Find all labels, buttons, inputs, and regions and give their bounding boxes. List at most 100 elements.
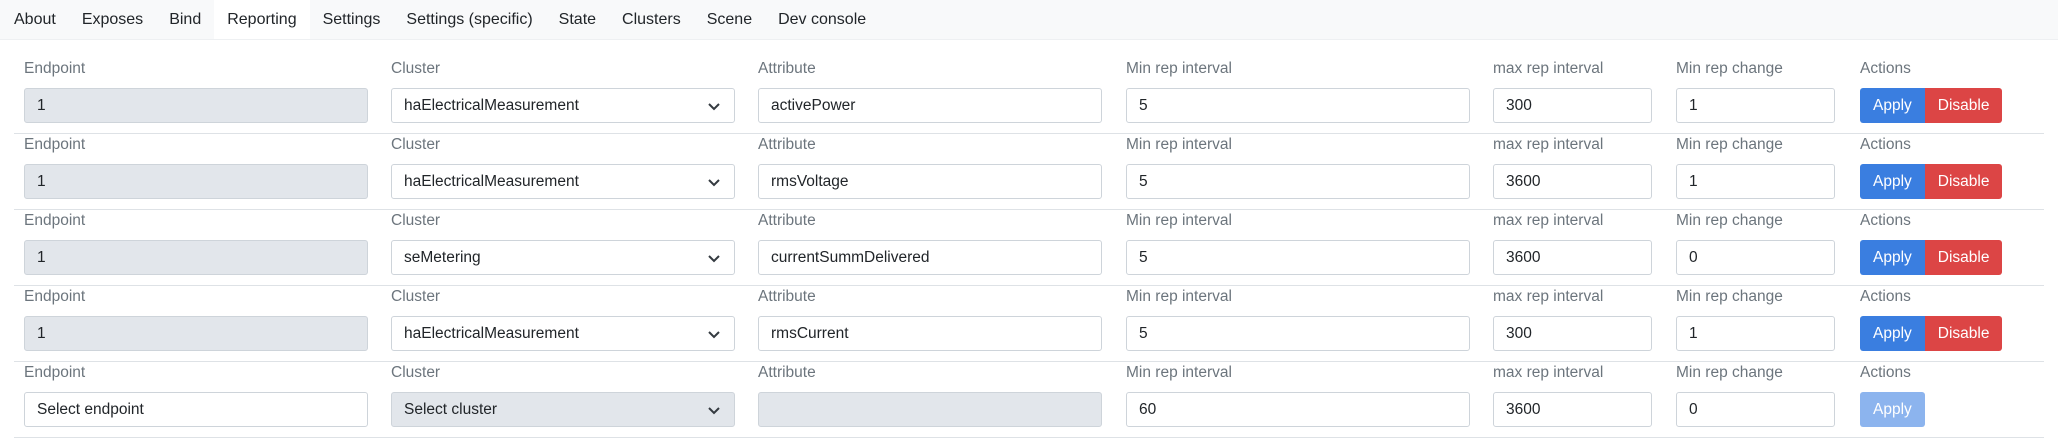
tab-clusters[interactable]: Clusters <box>609 0 694 39</box>
attribute-field[interactable]: rmsCurrent <box>758 316 1102 351</box>
tab-scene[interactable]: Scene <box>694 0 765 39</box>
min-rep-interval-input[interactable]: 60 <box>1126 392 1470 427</box>
apply-button[interactable]: Apply <box>1860 316 1925 351</box>
max-rep-interval-input[interactable]: 3600 <box>1493 392 1652 427</box>
max-rep-interval-label: max rep interval <box>1493 364 1604 381</box>
cluster-column: Cluster seMetering <box>391 210 735 275</box>
tab-settings[interactable]: Settings <box>310 0 394 39</box>
disable-button[interactable]: Disable <box>1924 164 2003 199</box>
cluster-label: Cluster <box>391 364 441 381</box>
min-rep-change-input[interactable]: 0 <box>1676 392 1835 427</box>
min-rep-change-label: Min rep change <box>1676 60 1783 77</box>
min-rep-change-input[interactable]: 0 <box>1676 240 1835 275</box>
cluster-select[interactable]: haElectricalMeasurement <box>391 88 735 123</box>
actions-column: Actions Apply Disable <box>1860 286 2058 351</box>
apply-button[interactable]: Apply <box>1860 88 1925 123</box>
tab-state[interactable]: State <box>546 0 609 39</box>
min-rep-interval-label: Min rep interval <box>1126 288 1232 305</box>
apply-button[interactable]: Apply <box>1860 164 1925 199</box>
max-rep-interval-label: max rep interval <box>1493 288 1604 305</box>
min-rep-change-input[interactable]: 1 <box>1676 88 1835 123</box>
cluster-label: Cluster <box>391 60 441 77</box>
cluster-column: Cluster haElectricalMeasurement <box>391 286 735 351</box>
endpoint-label: Endpoint <box>24 60 86 77</box>
min-rep-change-label: Min rep change <box>1676 364 1783 381</box>
chevron-down-icon <box>706 326 722 342</box>
actions-label: Actions <box>1860 212 1911 229</box>
max-rep-interval-input[interactable]: 300 <box>1493 88 1652 123</box>
max-rep-interval-column: max rep interval 300 <box>1493 286 1652 351</box>
tab-settings-specific[interactable]: Settings (specific) <box>393 0 545 39</box>
attribute-column: Attribute currentSummDelivered <box>758 210 1102 275</box>
min-rep-change-input[interactable]: 1 <box>1676 164 1835 199</box>
cluster-column: Cluster haElectricalMeasurement <box>391 134 735 199</box>
min-rep-interval-column: Min rep interval 5 <box>1126 286 1470 351</box>
tab-bar: About Exposes Bind Reporting Settings Se… <box>0 0 2058 40</box>
tab-about[interactable]: About <box>1 0 69 39</box>
cluster-label: Cluster <box>391 288 441 305</box>
endpoint-column: Endpoint Select endpoint <box>24 362 368 427</box>
cluster-select[interactable]: haElectricalMeasurement <box>391 164 735 199</box>
new-reporting-row: Endpoint Select endpoint Cluster Select … <box>14 362 2044 438</box>
min-rep-interval-input[interactable]: 5 <box>1126 240 1470 275</box>
endpoint-select[interactable]: Select endpoint <box>24 392 368 427</box>
min-rep-interval-input[interactable]: 5 <box>1126 88 1470 123</box>
endpoint-label: Endpoint <box>24 212 86 229</box>
action-buttons: Apply Disable <box>1860 240 2058 275</box>
tab-exposes[interactable]: Exposes <box>69 0 156 39</box>
min-rep-interval-label: Min rep interval <box>1126 60 1232 77</box>
tab-reporting[interactable]: Reporting <box>214 0 310 39</box>
attribute-column: Attribute rmsVoltage <box>758 134 1102 199</box>
actions-label: Actions <box>1860 136 1911 153</box>
endpoint-label: Endpoint <box>24 364 86 381</box>
actions-column: Actions Apply Disable <box>1860 210 2058 275</box>
max-rep-interval-label: max rep interval <box>1493 136 1604 153</box>
actions-label: Actions <box>1860 60 1911 77</box>
endpoint-label: Endpoint <box>24 288 86 305</box>
chevron-down-icon <box>706 174 722 190</box>
min-rep-interval-column: Min rep interval 5 <box>1126 134 1470 199</box>
disable-button[interactable]: Disable <box>1924 88 2003 123</box>
cluster-select[interactable]: haElectricalMeasurement <box>391 316 735 351</box>
cluster-label: Cluster <box>391 136 441 153</box>
cluster-select-value: haElectricalMeasurement <box>404 96 579 114</box>
max-rep-interval-input[interactable]: 3600 <box>1493 240 1652 275</box>
min-rep-change-column: Min rep change 1 <box>1676 286 1835 351</box>
cluster-select-value: haElectricalMeasurement <box>404 324 579 342</box>
attribute-column: Attribute <box>758 362 1102 427</box>
cluster-select[interactable]: seMetering <box>391 240 735 275</box>
actions-column: Actions Apply Disable <box>1860 50 2058 123</box>
cluster-select: Select cluster <box>391 392 735 427</box>
action-buttons: Apply <box>1860 392 2058 427</box>
endpoint-label: Endpoint <box>24 136 86 153</box>
min-rep-interval-label: Min rep interval <box>1126 136 1232 153</box>
attribute-field <box>758 392 1102 427</box>
min-rep-change-label: Min rep change <box>1676 136 1783 153</box>
tab-dev-console[interactable]: Dev console <box>765 0 879 39</box>
attribute-field[interactable]: rmsVoltage <box>758 164 1102 199</box>
attribute-field[interactable]: activePower <box>758 88 1102 123</box>
min-rep-interval-column: Min rep interval 5 <box>1126 210 1470 275</box>
min-rep-interval-label: Min rep interval <box>1126 212 1232 229</box>
reporting-panel: Endpoint 1 Cluster haElectricalMeasureme… <box>0 40 2058 438</box>
attribute-field[interactable]: currentSummDelivered <box>758 240 1102 275</box>
min-rep-change-input[interactable]: 1 <box>1676 316 1835 351</box>
disable-button[interactable]: Disable <box>1924 240 2003 275</box>
max-rep-interval-column: max rep interval 3600 <box>1493 210 1652 275</box>
min-rep-interval-column: Min rep interval 60 <box>1126 362 1470 427</box>
min-rep-interval-input[interactable]: 5 <box>1126 164 1470 199</box>
chevron-down-icon <box>706 250 722 266</box>
endpoint-column: Endpoint 1 <box>24 286 368 351</box>
apply-button[interactable]: Apply <box>1860 240 1925 275</box>
min-rep-interval-input[interactable]: 5 <box>1126 316 1470 351</box>
attribute-column: Attribute rmsCurrent <box>758 286 1102 351</box>
action-buttons: Apply Disable <box>1860 88 2058 123</box>
actions-column: Actions Apply Disable <box>1860 134 2058 199</box>
max-rep-interval-column: max rep interval 3600 <box>1493 362 1652 427</box>
tab-bind[interactable]: Bind <box>156 0 214 39</box>
disable-button[interactable]: Disable <box>1924 316 2003 351</box>
max-rep-interval-input[interactable]: 300 <box>1493 316 1652 351</box>
min-rep-change-label: Min rep change <box>1676 288 1783 305</box>
max-rep-interval-input[interactable]: 3600 <box>1493 164 1652 199</box>
cluster-column: Cluster Select cluster <box>391 362 735 427</box>
